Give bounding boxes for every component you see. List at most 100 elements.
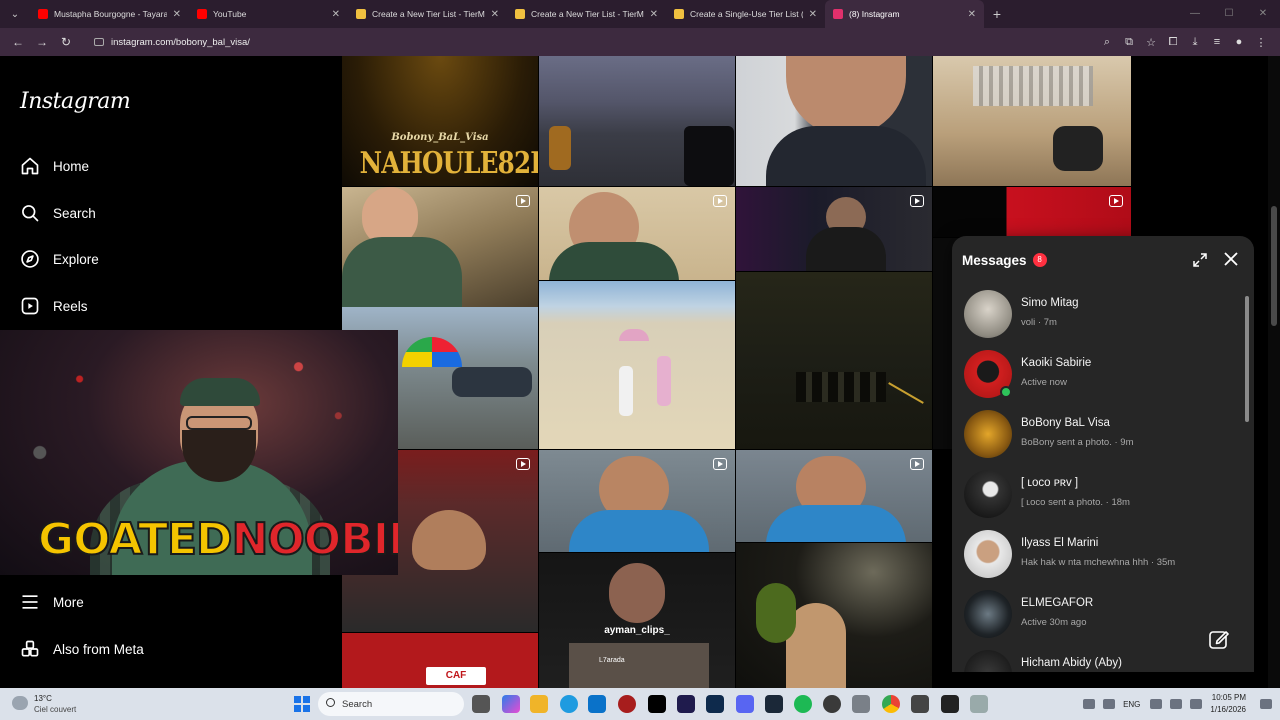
expand-icon[interactable] — [1192, 252, 1208, 268]
back-icon[interactable]: ← — [6, 35, 30, 49]
crowd-figure — [796, 372, 886, 402]
post-tile[interactable] — [736, 272, 932, 449]
messages-scroll-thumb[interactable] — [1245, 296, 1249, 422]
post-tile[interactable] — [736, 450, 932, 542]
post-tile[interactable] — [736, 56, 932, 186]
post-tile[interactable] — [539, 450, 735, 552]
post-tile[interactable] — [539, 281, 735, 449]
netflix-icon[interactable] — [648, 695, 666, 713]
premiere-icon[interactable] — [677, 695, 695, 713]
minimize-icon[interactable]: — — [1178, 0, 1212, 28]
messages-title[interactable]: Messages — [962, 253, 1027, 268]
network-icon[interactable] — [1150, 699, 1163, 709]
instagram-logo[interactable]: Instagram — [20, 89, 131, 114]
new-tab-button[interactable]: + — [984, 6, 1010, 22]
app-icon[interactable] — [823, 695, 841, 713]
discord-icon[interactable] — [736, 695, 754, 713]
post-tile[interactable] — [342, 187, 538, 307]
url-field[interactable]: instagram.com/bobony_bal_visa/ — [86, 31, 1086, 53]
conversation-item[interactable]: BoBony BaL Visa BoBony sent a photo. · 9… — [964, 410, 1244, 460]
tab-2[interactable]: YouTube ✕ — [189, 0, 348, 28]
tray-chevron-icon[interactable] — [1083, 699, 1096, 709]
install-app-icon[interactable]: ⧉ — [1118, 36, 1140, 49]
conversation-item[interactable]: Kaoiki Sabirie Active now — [964, 350, 1244, 400]
windows-start-icon[interactable] — [294, 696, 310, 712]
reload-icon[interactable]: ↻ — [54, 35, 78, 49]
close-tab-icon[interactable]: ✕ — [968, 9, 976, 20]
close-icon[interactable] — [1222, 250, 1240, 268]
steam-icon[interactable] — [765, 695, 783, 713]
tab-4[interactable]: Create a New Tier List - TierMa ✕ — [507, 0, 666, 28]
conversation-item[interactable]: ELMEGAFOR Active 30m ago — [964, 590, 1244, 640]
site-info-icon[interactable] — [94, 38, 104, 46]
settings-icon[interactable] — [852, 695, 870, 713]
reading-list-icon[interactable]: ≡ — [1206, 36, 1228, 49]
nav-reels[interactable]: Reels — [20, 294, 88, 318]
nav-also-from-meta[interactable]: Also from Meta — [20, 637, 144, 661]
post-tile[interactable] — [933, 56, 1131, 186]
tiermaker-favicon-icon — [515, 9, 525, 19]
page-scroll-thumb[interactable] — [1271, 206, 1277, 326]
download-icon[interactable]: ⤓ — [1184, 36, 1206, 49]
close-tab-icon[interactable]: ✕ — [809, 9, 817, 20]
page-scrollbar[interactable] — [1268, 56, 1280, 688]
tab-search-icon[interactable]: ⌄ — [0, 0, 30, 28]
app-icon[interactable] — [911, 695, 929, 713]
task-view-icon[interactable] — [472, 695, 490, 713]
post-tile[interactable]: Bobony_BaL_Visa NAHOULE82K — [342, 56, 538, 186]
menu-kebab-icon[interactable]: ⋮ — [1250, 36, 1272, 49]
tab-1[interactable]: Mustapha Bourgogne - Tayara | ✕ — [30, 0, 189, 28]
nav-more[interactable]: More — [20, 590, 84, 614]
nav-search[interactable]: Search — [20, 201, 96, 225]
edge-icon[interactable] — [560, 695, 578, 713]
copilot-icon[interactable] — [502, 695, 520, 713]
file-explorer-icon[interactable] — [530, 695, 548, 713]
post-banner-subtitle: Bobony_BaL_Visa — [391, 132, 489, 143]
app-icon[interactable] — [618, 695, 636, 713]
store-icon[interactable] — [588, 695, 606, 713]
close-window-icon[interactable]: ✕ — [1246, 0, 1280, 28]
photoshop-icon[interactable] — [706, 695, 724, 713]
conversation-item[interactable]: Simo Mitag voli · 7m — [964, 290, 1244, 340]
app-icon[interactable] — [941, 695, 959, 713]
clip-label: L7arada — [599, 657, 625, 664]
motorbike-figure — [1053, 126, 1103, 171]
microphone-icon[interactable] — [1103, 699, 1116, 709]
close-tab-icon[interactable]: ✕ — [650, 9, 658, 20]
post-tile[interactable] — [539, 56, 735, 186]
zoom-icon[interactable]: ⌕ — [1096, 36, 1118, 49]
battery-icon[interactable] — [1190, 699, 1203, 709]
taskbar-search[interactable]: Search — [318, 692, 464, 716]
snipping-tool-icon[interactable] — [970, 695, 988, 713]
conversation-item[interactable]: Ilyass El Marini Hak hak w nta mchewhna … — [964, 530, 1244, 580]
post-tile[interactable] — [736, 187, 932, 271]
nav-explore[interactable]: Explore — [20, 247, 99, 271]
volume-icon[interactable] — [1170, 699, 1183, 709]
compose-message-icon[interactable] — [1208, 628, 1230, 650]
maximize-icon[interactable]: ☐ — [1212, 0, 1246, 28]
chrome-icon[interactable] — [882, 695, 900, 713]
tab-5[interactable]: Create a Single-Use Tier List (P ✕ — [666, 0, 825, 28]
nav-home[interactable]: Home — [20, 154, 89, 178]
post-tile[interactable]: ayman_clips_ L7arada — [539, 553, 735, 688]
tab-3[interactable]: Create a New Tier List - TierMa ✕ — [348, 0, 507, 28]
weather-widget[interactable]: 13°C Ciel couvert — [10, 691, 120, 717]
conversation-item[interactable]: [ ʟᴏᴄᴏ ᴘʀᴠ ] [ ʟᴏᴄᴏ sent a photo. · 18m — [964, 470, 1244, 520]
notification-icon[interactable] — [1260, 699, 1272, 709]
input-language[interactable]: ENG — [1123, 700, 1140, 709]
extensions-icon[interactable]: ⧠ — [1162, 36, 1184, 49]
forward-icon[interactable]: → — [30, 35, 54, 49]
close-tab-icon[interactable]: ✕ — [491, 9, 499, 20]
profile-avatar-icon[interactable]: ● — [1228, 36, 1250, 49]
bookmark-star-icon[interactable]: ☆ — [1140, 36, 1162, 49]
post-tile[interactable] — [736, 543, 932, 688]
close-tab-icon[interactable]: ✕ — [173, 9, 181, 20]
post-tile[interactable]: CAF — [342, 633, 538, 688]
tab-6-active[interactable]: (8) Instagram ✕ — [825, 0, 984, 28]
post-tile[interactable] — [933, 187, 1131, 237]
close-tab-icon[interactable]: ✕ — [332, 9, 340, 20]
clock[interactable]: 10:05 PM 1/16/2026 — [1210, 692, 1246, 716]
conversation-item[interactable]: Hicham Abidy (Aby) — [964, 650, 1244, 672]
spotify-icon[interactable] — [794, 695, 812, 713]
post-tile[interactable] — [539, 187, 735, 280]
